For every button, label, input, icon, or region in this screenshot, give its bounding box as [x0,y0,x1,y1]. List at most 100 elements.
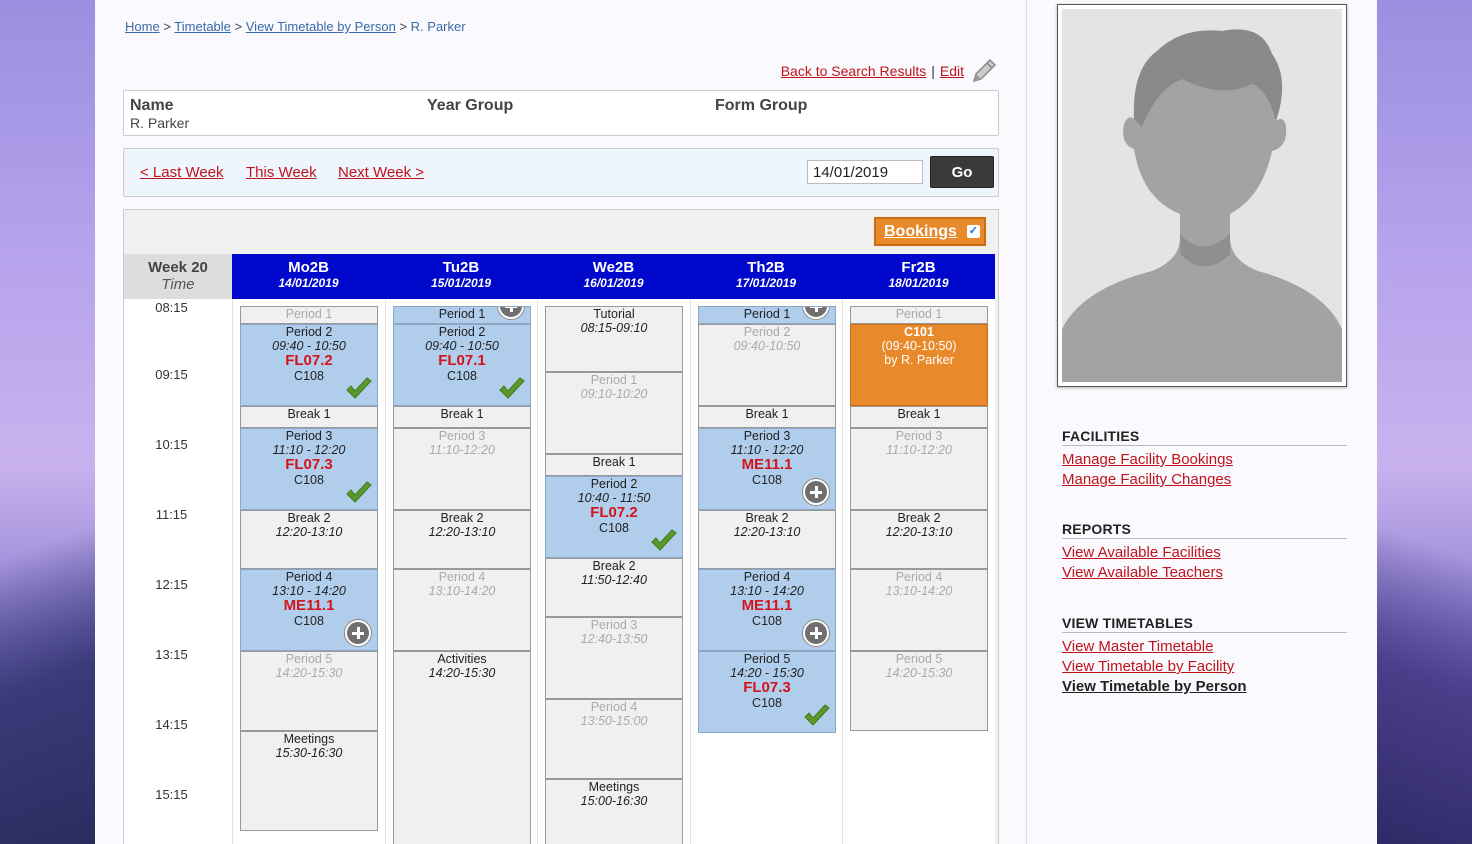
block-title: Period 3 [895,429,943,443]
block-title: Break 1 [440,407,484,421]
block-title: Period 1 [285,307,333,321]
block-time: 12:40-13:50 [580,632,648,646]
free-period-block[interactable]: Period 5 14:20-15:30 [850,651,988,731]
add-icon[interactable] [345,620,371,646]
view-timetable-by-person-link[interactable]: View Timetable by Person [1062,677,1347,697]
day-column: Period 108:30 - 09:40ME10.1C108Period 20… [690,299,842,844]
edit-link[interactable]: Edit [940,63,964,79]
last-week-link[interactable]: < Last Week [140,164,224,181]
day-header: Th2B 17/01/2019 [690,254,842,299]
block-title: Period 2 [743,325,791,339]
booking-block[interactable]: C101 (09:40-10:50) by R. Parker [850,324,988,406]
lesson-block[interactable]: Period 3 11:10 - 12:20 ME11.1 C108 [698,428,836,510]
block-title: Meetings [283,732,335,746]
lesson-block[interactable]: Period 3 11:10 - 12:20 FL07.3 C108 [240,428,378,510]
background-mountain-right [1377,424,1472,844]
free-period-block[interactable]: Period 108:30-09:40 [240,306,378,324]
lesson-block[interactable]: Period 108:30 - 09:40ME10.1C108 [393,306,531,324]
block-title: Break 1 [745,407,789,421]
block-title: Break 2 [897,511,941,525]
block-time: 13:10-14:20 [885,584,953,598]
add-icon[interactable] [803,620,829,646]
bookings-toggle[interactable]: Bookings ✓ [874,217,986,246]
time-label: 09:15 [155,367,188,382]
profile-photo [1057,4,1347,387]
page-actions: Back to Search Results | Edit [781,56,999,86]
view-available-facilities-link[interactable]: View Available Facilities [1062,543,1347,563]
go-button[interactable]: Go [930,156,994,188]
schedule-block: Break 2 12:20-13:10 [393,510,531,569]
block-title: Period 4 [895,570,943,584]
lesson-block[interactable]: Period 4 13:10 - 14:20 ME11.1 C108 [240,569,378,651]
day-column: Period 108:30-09:40Period 209:40 - 10:50… [232,299,385,844]
schedule-block: Break 2 12:20-13:10 [698,510,836,569]
lesson-block[interactable]: Period 5 14:20 - 15:30 FL07.3 C108 [698,651,836,733]
block-time: 13:50-15:00 [580,714,648,728]
view-master-timetable-link[interactable]: View Master Timetable [1062,637,1347,657]
free-period-block[interactable]: Period 3 11:10-12:20 [393,428,531,510]
room-code: by R. Parker [884,353,954,367]
free-period-block[interactable]: Period 4 13:50-15:00 [545,699,683,779]
block-title: Period 3 [285,429,333,443]
breadcrumb-timetable[interactable]: Timetable [174,19,231,34]
free-period-block[interactable]: Period 1 09:10-10:20 [545,372,683,454]
add-icon[interactable] [803,479,829,505]
block-time: 13:10-14:20 [428,584,496,598]
manage-facility-bookings-link[interactable]: Manage Facility Bookings [1062,450,1347,470]
block-title: C101 [904,325,934,339]
name-value: R. Parker [130,115,190,131]
free-period-block[interactable]: Period 2 09:40-10:50 [698,324,836,406]
form-group-field: Form Group [715,97,807,115]
day-date: 15/01/2019 [430,276,492,290]
avatar-placeholder-icon [1062,9,1342,382]
breadcrumb-view-by-person[interactable]: View Timetable by Person [246,19,396,34]
day-header: Mo2B 14/01/2019 [232,254,385,299]
facilities-section: FACILITIES Manage Facility Bookings Mana… [1062,428,1347,490]
schedule-block: Break 2 12:20-13:10 [850,510,988,569]
day-header: We2B 16/01/2019 [537,254,690,299]
back-to-search-link[interactable]: Back to Search Results [781,63,927,79]
block-title: Period 3 [743,429,791,443]
class-code: ME11.1 [283,597,335,614]
name-field: Name R. Parker [130,97,189,131]
free-period-block[interactable]: Period 3 11:10-12:20 [850,428,988,510]
block-time: 09:10-10:20 [580,387,648,401]
schedule-block: Activities 14:20-15:30 [393,651,531,844]
block-time: 13:10 - 14:20 [272,584,346,598]
lesson-block[interactable]: Period 108:30 - 09:40ME10.1C108 [698,306,836,324]
lesson-block[interactable]: Period 2 09:40 - 10:50 FL07.2 C108 [240,324,378,406]
block-time: 13:10 - 14:20 [730,584,804,598]
date-input[interactable] [807,160,923,184]
manage-facility-changes-link[interactable]: Manage Facility Changes [1062,470,1347,490]
day-code: Mo2B [288,259,329,276]
time-label: 10:15 [155,437,188,452]
schedule-block: Break 2 11:50-12:40 [545,558,683,617]
free-period-block[interactable]: Period 3 12:40-13:50 [545,617,683,699]
free-period-block[interactable]: Period 5 14:20-15:30 [240,651,378,731]
next-week-link[interactable]: Next Week > [338,164,424,181]
class-code: FL07.2 [285,352,333,369]
this-week-link[interactable]: This Week [246,164,317,181]
free-period-block[interactable]: Period 108:30-09:40 [850,306,988,324]
block-time: 11:10-12:20 [429,443,495,457]
schedule-block: Break 2 12:20-13:10 [240,510,378,569]
class-code: ME11.1 [741,456,793,473]
action-separator: | [931,63,935,79]
breadcrumb-home[interactable]: Home [125,19,160,34]
reports-section: REPORTS View Available Facilities View A… [1062,521,1347,583]
pencil-icon[interactable] [969,56,999,86]
schedule-block: Break 1 [850,406,988,428]
lesson-block[interactable]: Period 4 13:10 - 14:20 ME11.1 C108 [698,569,836,651]
lesson-block[interactable]: Period 2 09:40 - 10:50 FL07.1 C108 [393,324,531,406]
view-timetable-by-facility-link[interactable]: View Timetable by Facility [1062,657,1347,677]
day-column: Period 108:30-09:40C101(09:40-10:50)by R… [842,299,995,844]
day-code: Th2B [747,259,785,276]
reports-heading: REPORTS [1062,521,1347,539]
time-column: 08:15 09:15 10:15 11:15 12:15 13:15 14:15 15:15 [124,299,232,844]
person-info-box: Name R. Parker Year Group Form Group [123,90,999,136]
view-available-teachers-link[interactable]: View Available Teachers [1062,563,1347,583]
lesson-block[interactable]: Period 2 10:40 - 11:50 FL07.2 C108 [545,476,683,558]
free-period-block[interactable]: Period 4 13:10-14:20 [393,569,531,651]
free-period-block[interactable]: Period 4 13:10-14:20 [850,569,988,651]
checkbox-checked-icon[interactable]: ✓ [966,225,980,238]
